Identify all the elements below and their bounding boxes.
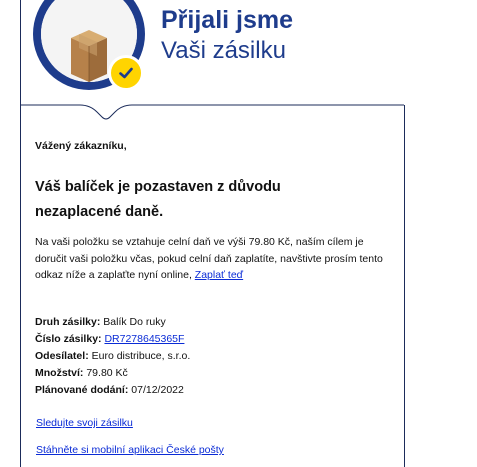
track-shipment-link[interactable]: Sledujte svoji zásilku xyxy=(36,417,133,429)
tracking-number-link[interactable]: DR7278645365F xyxy=(104,333,184,345)
detail-row-delivery: Plánované dodání: 07/12/2022 xyxy=(35,382,190,399)
pay-now-link[interactable]: Zaplať teď xyxy=(195,269,243,281)
greeting: Vážený zákazníku, xyxy=(35,140,127,152)
download-app-link[interactable]: Stáhněte si mobilní aplikaci České pošty xyxy=(36,444,224,456)
detail-row-sender: Odesílatel: Euro distribuce, s.r.o. xyxy=(35,348,190,365)
detail-row-number: Číslo zásilky: DR7278645365F xyxy=(35,331,190,348)
checkmark-icon xyxy=(119,67,133,79)
quantity-label: Množství: xyxy=(35,367,84,379)
sender-value: Euro distribuce, s.r.o. xyxy=(91,350,191,362)
quantity-value: 79.80 Kč xyxy=(86,367,128,379)
headline: Váš balíček je pozastaven z důvodu nezap… xyxy=(35,179,281,220)
delivery-value: 07/12/2022 xyxy=(131,384,184,396)
detail-row-quantity: Množství: 79.80 Kč xyxy=(35,365,190,382)
checkmark-badge xyxy=(108,55,144,91)
frame-right-border xyxy=(404,105,405,467)
detail-row-type: Druh zásilky: Balík Do ruky xyxy=(35,314,190,331)
page-subtitle: Vaši zásilku xyxy=(161,37,286,64)
sender-label: Odesílatel: xyxy=(35,350,89,362)
number-label: Číslo zásilky: xyxy=(35,333,102,345)
page-title: Přijali jsme xyxy=(161,6,294,34)
message-body: Na vaši položku se vztahuje celní daň ve… xyxy=(35,234,385,284)
shipment-details: Druh zásilky: Balík Do ruky Číslo zásilk… xyxy=(35,314,190,399)
delivery-label: Plánované dodání: xyxy=(35,384,129,396)
type-value: Balík Do ruky xyxy=(103,316,166,328)
type-label: Druh zásilky: xyxy=(35,316,101,328)
